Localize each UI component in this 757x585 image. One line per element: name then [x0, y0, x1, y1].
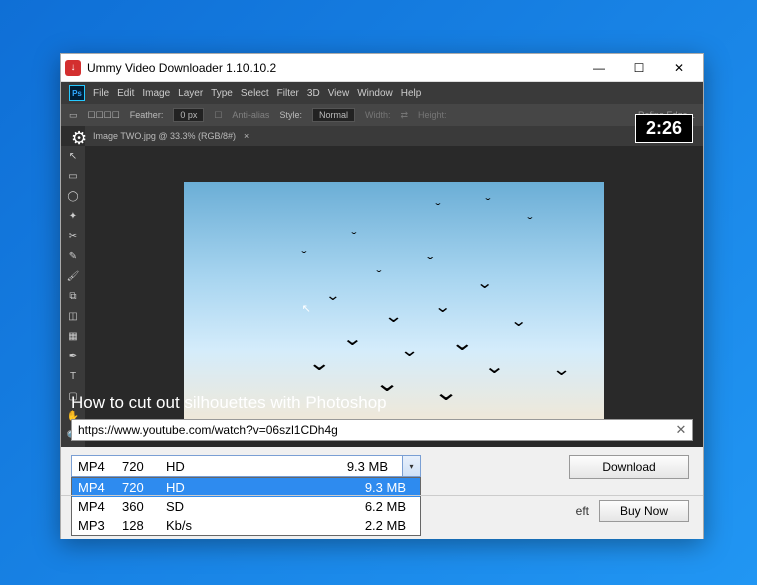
- photoshop-options-bar: ▭ ☐☐☐☐ Feather: 0 px ☐Anti-alias Style: …: [61, 104, 703, 126]
- app-window: ↓ Ummy Video Downloader 1.10.10.2 — ☐ ✕ …: [60, 53, 704, 539]
- ps-tool-pen: ✒: [63, 347, 83, 365]
- photoshop-menubar: Ps File Edit Image Layer Type Select Fil…: [61, 82, 703, 104]
- ps-menu-image: Image: [142, 88, 170, 99]
- ps-style-value: Normal: [312, 108, 355, 122]
- ps-width-label: Width:: [365, 110, 391, 120]
- sel-quality: HD: [166, 459, 226, 474]
- sel-resolution: 720: [122, 459, 166, 474]
- photoshop-logo-icon: Ps: [69, 85, 85, 101]
- ps-menu-edit: Edit: [117, 88, 134, 99]
- clear-url-button[interactable]: ✕: [670, 422, 692, 438]
- sel-format: MP4: [78, 459, 122, 474]
- ps-menu-help: Help: [401, 88, 422, 99]
- maximize-button[interactable]: ☐: [619, 54, 659, 82]
- buy-row: eft Buy Now: [61, 495, 703, 525]
- ps-menu-layer: Layer: [178, 88, 203, 99]
- video-preview: Ps File Edit Image Layer Type Select Fil…: [61, 82, 703, 447]
- ps-antialias: Anti-alias: [232, 110, 269, 120]
- app-icon: ↓: [65, 60, 81, 76]
- sky-image: ˇ ˇ ˇ ˇ ˇ ˇ ˇ ⌄ ⌄ ⌄ ⌄ ⌄ ⌄ ⌄ ⌄ ⌄ ⌄: [184, 182, 604, 422]
- ps-menu-file: File: [93, 88, 109, 99]
- cursor-icon: ↖: [302, 302, 311, 315]
- url-bar: ✕: [71, 419, 693, 441]
- download-controls: MP4 720 HD 9.3 MB ▾ MP4 720 HD 9.3 MB MP…: [61, 447, 703, 539]
- sel-size: 9.3 MB: [347, 459, 396, 474]
- ps-menu-select: Select: [241, 88, 269, 99]
- ps-tool-brush: 🖌: [63, 268, 83, 286]
- settings-icon[interactable]: ⚙: [71, 128, 87, 149]
- close-button[interactable]: ✕: [659, 54, 699, 82]
- ps-tool-stamp: ⧉: [63, 288, 83, 306]
- ps-tool-move: ↖: [63, 148, 83, 166]
- title-bar: ↓ Ummy Video Downloader 1.10.10.2 — ☐ ✕: [61, 54, 703, 82]
- ps-tool-gradient: ▦: [63, 327, 83, 345]
- ps-tool-text: T: [63, 367, 83, 385]
- buy-now-button[interactable]: Buy Now: [599, 500, 689, 522]
- url-input[interactable]: [72, 423, 670, 437]
- video-title: How to cut out silhouettes with Photosho…: [71, 393, 387, 413]
- ps-tool-eraser: ◫: [63, 308, 83, 326]
- ps-menu-3d: 3D: [307, 88, 320, 99]
- ps-menu-view: View: [328, 88, 350, 99]
- ps-tool-crop: ✂: [63, 228, 83, 246]
- ps-tool-lasso: ◯: [63, 188, 83, 206]
- window-title: Ummy Video Downloader 1.10.10.2: [87, 61, 579, 75]
- ps-height-label: Height:: [418, 110, 447, 120]
- ps-tool-eyedrop: ✎: [63, 248, 83, 266]
- ps-tool-marquee: ▭: [63, 168, 83, 186]
- trial-text: eft: [576, 504, 589, 518]
- chevron-down-icon[interactable]: ▾: [402, 456, 420, 476]
- minimize-button[interactable]: —: [579, 54, 619, 82]
- ps-feather-value: 0 px: [173, 108, 204, 122]
- ps-style-label: Style:: [279, 110, 302, 120]
- format-combo[interactable]: MP4 720 HD 9.3 MB ▾: [71, 455, 421, 477]
- ps-menu-window: Window: [357, 88, 393, 99]
- ps-feather-label: Feather:: [130, 110, 164, 120]
- download-button[interactable]: Download: [569, 455, 689, 479]
- ps-menu-type: Type: [211, 88, 233, 99]
- ps-tool-wand: ✦: [63, 208, 83, 226]
- video-timestamp: 2:26: [635, 114, 693, 143]
- ps-menu-filter: Filter: [277, 88, 299, 99]
- photoshop-document-tab: Image TWO.jpg @ 33.3% (RGB/8#)×: [85, 126, 703, 146]
